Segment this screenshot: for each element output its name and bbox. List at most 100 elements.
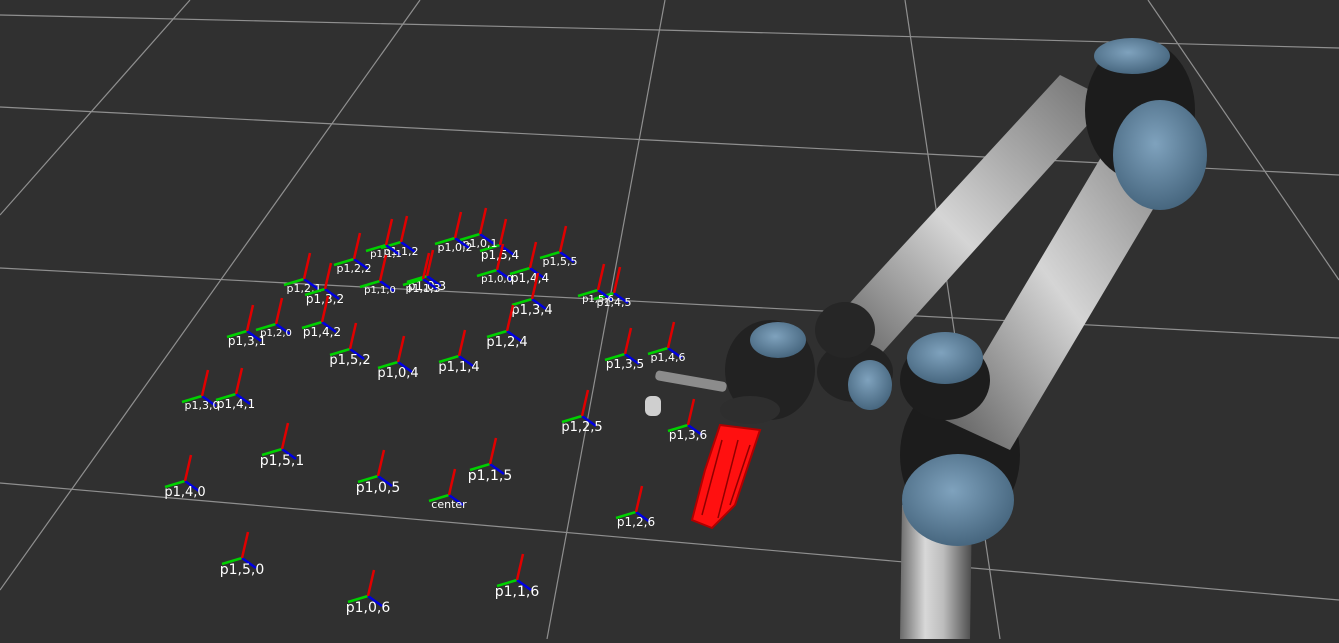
tf-frame-p1-1-5: p1,1,5 [468, 437, 513, 484]
tf-axis-x [302, 252, 312, 280]
tf-frame-label: p1,4,6 [651, 351, 686, 364]
tf-frame-p1-1-3: p1,1,3 [402, 252, 441, 295]
tf-frame-label: p1,1,0 [364, 285, 396, 296]
tf-axis-x [596, 263, 606, 291]
tf-frame-label: p1,3,6 [669, 428, 707, 442]
robot-lower-joint-cap [907, 332, 983, 384]
tf-frame-label: p1,1,5 [468, 468, 513, 484]
tf-frame-label: p1,2,2 [337, 262, 372, 275]
tf-frame-label: p1,5,6 [582, 294, 614, 305]
robot-tool-flange [720, 396, 780, 424]
tf-frame-label: p1,3,4 [511, 303, 552, 318]
tf-frame-p1-3-5: p1,3,5 [604, 327, 644, 371]
tf-frame-label: p1,0,5 [356, 480, 401, 496]
tf-axis-x [515, 553, 525, 581]
tf-frame-label: p1,3,0 [185, 399, 220, 412]
robot-arm[interactable] [645, 38, 1207, 639]
tf-axis-x [580, 389, 590, 417]
tf-frame-label: p1,2,4 [486, 335, 527, 350]
tf-axis-x [399, 215, 409, 243]
robot-wrist-2-cap [750, 322, 806, 358]
tf-axis-x [623, 327, 633, 355]
tf-frame-label: p1,0,6 [346, 600, 391, 616]
tf-frame-p1-4-0: p1,4,0 [164, 454, 206, 500]
tf-frame-label: p1,4,2 [303, 325, 341, 339]
tf-frame-label: p1,5,0 [220, 562, 265, 578]
tf-frame-p1-1-4: p1,1,4 [438, 329, 480, 375]
tf-axis-x [686, 398, 696, 426]
robot-tool-tip [645, 396, 661, 416]
tf-axis-x [453, 211, 463, 239]
tf-axis-x [478, 207, 488, 235]
tf-axis-x [240, 531, 250, 559]
tf-frame-label: p1,5,2 [329, 353, 370, 368]
tf-frame-p1-3-6: p1,3,6 [667, 398, 707, 442]
tf-axis-x [366, 569, 376, 597]
robot-wrist-1-joint [815, 302, 875, 358]
tf-frame-label: p1,5,5 [543, 255, 578, 268]
tf-frame-p1-4-1: p1,4,1 [215, 367, 255, 411]
tf-frame-label: p1,5,1 [260, 453, 305, 469]
tf-frame-label: p1,1,4 [438, 360, 479, 375]
tf-axis-x [528, 241, 538, 269]
tf-frame-label: p1,0,0 [481, 274, 513, 285]
tf-frame-label: p1,0,2 [438, 241, 473, 254]
tf-frame-p1-5-5: p1,5,5 [539, 225, 578, 268]
tf-frame-p1-5-6: p1,5,6 [577, 263, 614, 305]
tf-frame-p1-2-2: p1,2,2 [333, 232, 372, 275]
tf-axis-x [666, 321, 676, 349]
tf-axis-x [384, 218, 394, 246]
tf-frame-label: p1,3,5 [606, 357, 644, 371]
tf-axis-x [396, 335, 406, 363]
tf-frame-label: p1,4,1 [217, 397, 255, 411]
tf-frame-label: p1,2,5 [561, 420, 602, 435]
tf-axis-x [457, 329, 467, 357]
tf-frame-p1-0-5: p1,0,5 [356, 449, 401, 496]
robot-elbow-cap [1113, 100, 1207, 210]
robot-elbow-cap-top [1094, 38, 1170, 74]
tf-frame-p1-3-1: p1,3,1 [226, 304, 266, 348]
tf-axis-x [558, 225, 568, 253]
robot-tool-rod [655, 370, 727, 392]
tf-frame-p1-4-6: p1,4,6 [647, 321, 686, 364]
tf-axis-x [488, 437, 498, 465]
tf-frame-label: center [431, 498, 467, 511]
tf-axis-x [352, 232, 362, 260]
tf-axis-x [348, 322, 358, 350]
tf-frame-p1-2-0: p1,2,0 [255, 297, 292, 339]
3d-viewport[interactable]: p1,3,6 p1,2,6 p1,4,6 p1,3,5 p1,2,5 p1,5,5 p1,4… [0, 0, 1339, 640]
tf-frame-p1-0-6: p1,0,6 [346, 569, 391, 616]
tf-axis-x [274, 297, 284, 325]
tf-frame-p1-3-0: p1,3,0 [181, 369, 220, 412]
tf-frame-label: p1,4,0 [164, 485, 205, 500]
tf-axis-x [634, 485, 644, 513]
tf-frame-p1-1-1: p1,1,1 [365, 218, 402, 260]
tf-frame-p1-2-6: p1,2,6 [615, 485, 655, 529]
tf-frame-p1-0-2: p1,0,2 [434, 211, 473, 254]
tf-axis-x [234, 367, 244, 395]
tf-frame-p1-2-5: p1,2,5 [561, 389, 603, 435]
tf-axis-x [183, 454, 193, 482]
tf-frame-p1-0-4: p1,0,4 [377, 335, 419, 381]
robot-wrist-3-cap [848, 360, 892, 410]
tf-axis-x [200, 369, 210, 397]
tf-axis-x [447, 468, 457, 496]
tf-axis-x [280, 422, 290, 450]
tf-frame-label: p1,1,6 [495, 584, 540, 600]
tf-frame-label: p1,1,3 [406, 282, 441, 295]
tf-frame-label: p1,4,4 [511, 271, 549, 285]
tf-frame-p1-1-6: p1,1,6 [495, 553, 540, 600]
robot-base-cap [902, 454, 1014, 546]
tf-frame-p1-2-1: p1,2,1 [283, 252, 321, 295]
tf-frame-label: p1,3,1 [228, 334, 266, 348]
tf-axis-x [505, 304, 515, 332]
tf-frame-p1-5-0: p1,5,0 [220, 531, 265, 578]
tf-axis-x [498, 218, 508, 246]
tf-frame-p1-5-1: p1,5,1 [260, 422, 305, 469]
tf-axis-x [376, 449, 386, 477]
tf-frames: p1,3,6 p1,2,6 p1,4,6 p1,3,5 p1,2,5 p1,5,5 p1,4… [164, 207, 707, 616]
tf-axis-x [245, 304, 255, 332]
tf-frame-center: center [428, 468, 467, 511]
tf-frame-label: p1,2,6 [617, 515, 655, 529]
tf-frame-label: p1,0,4 [377, 366, 418, 381]
